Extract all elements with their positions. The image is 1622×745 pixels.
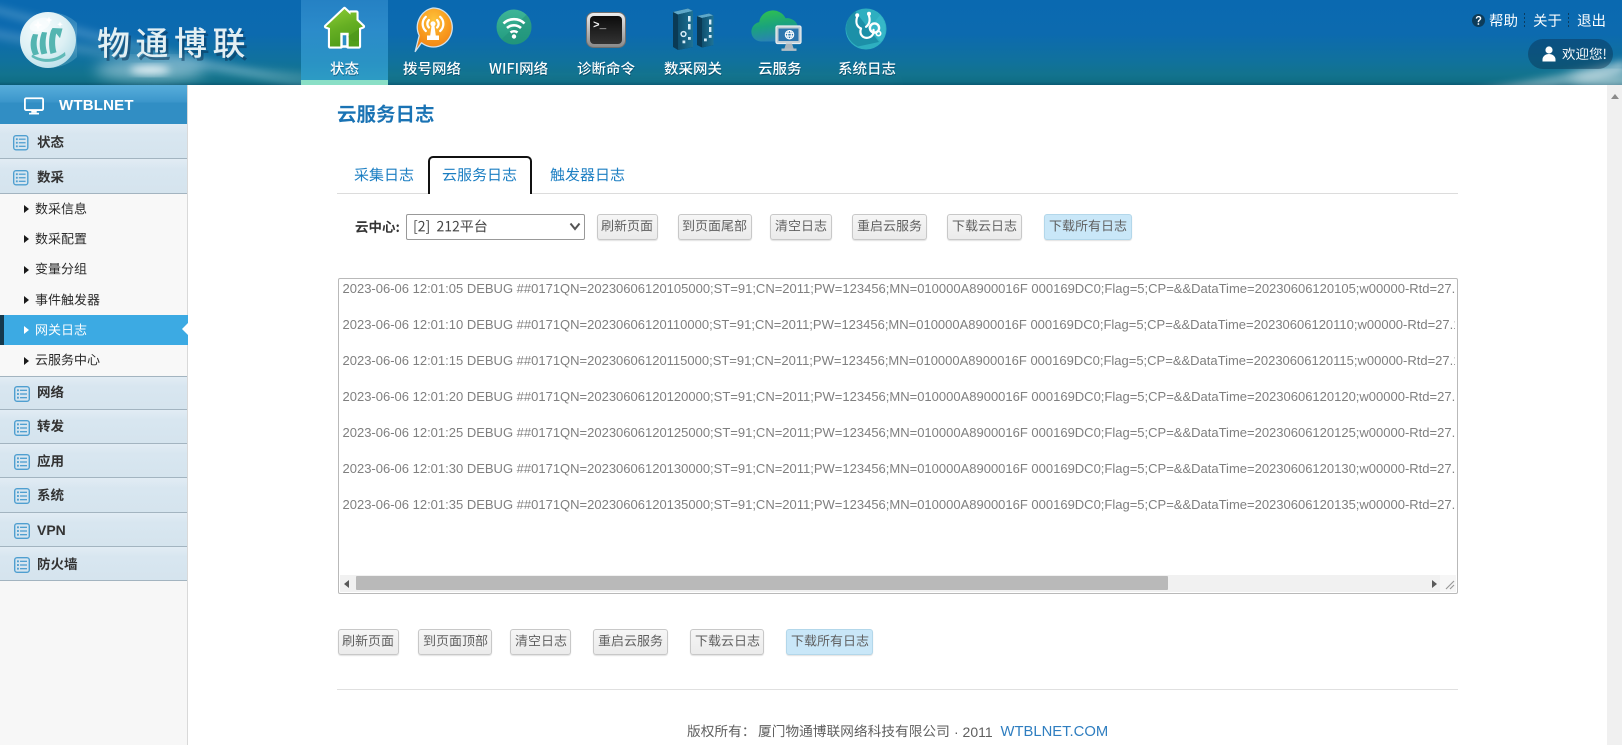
svg-text:>_: >_ [593,20,607,32]
